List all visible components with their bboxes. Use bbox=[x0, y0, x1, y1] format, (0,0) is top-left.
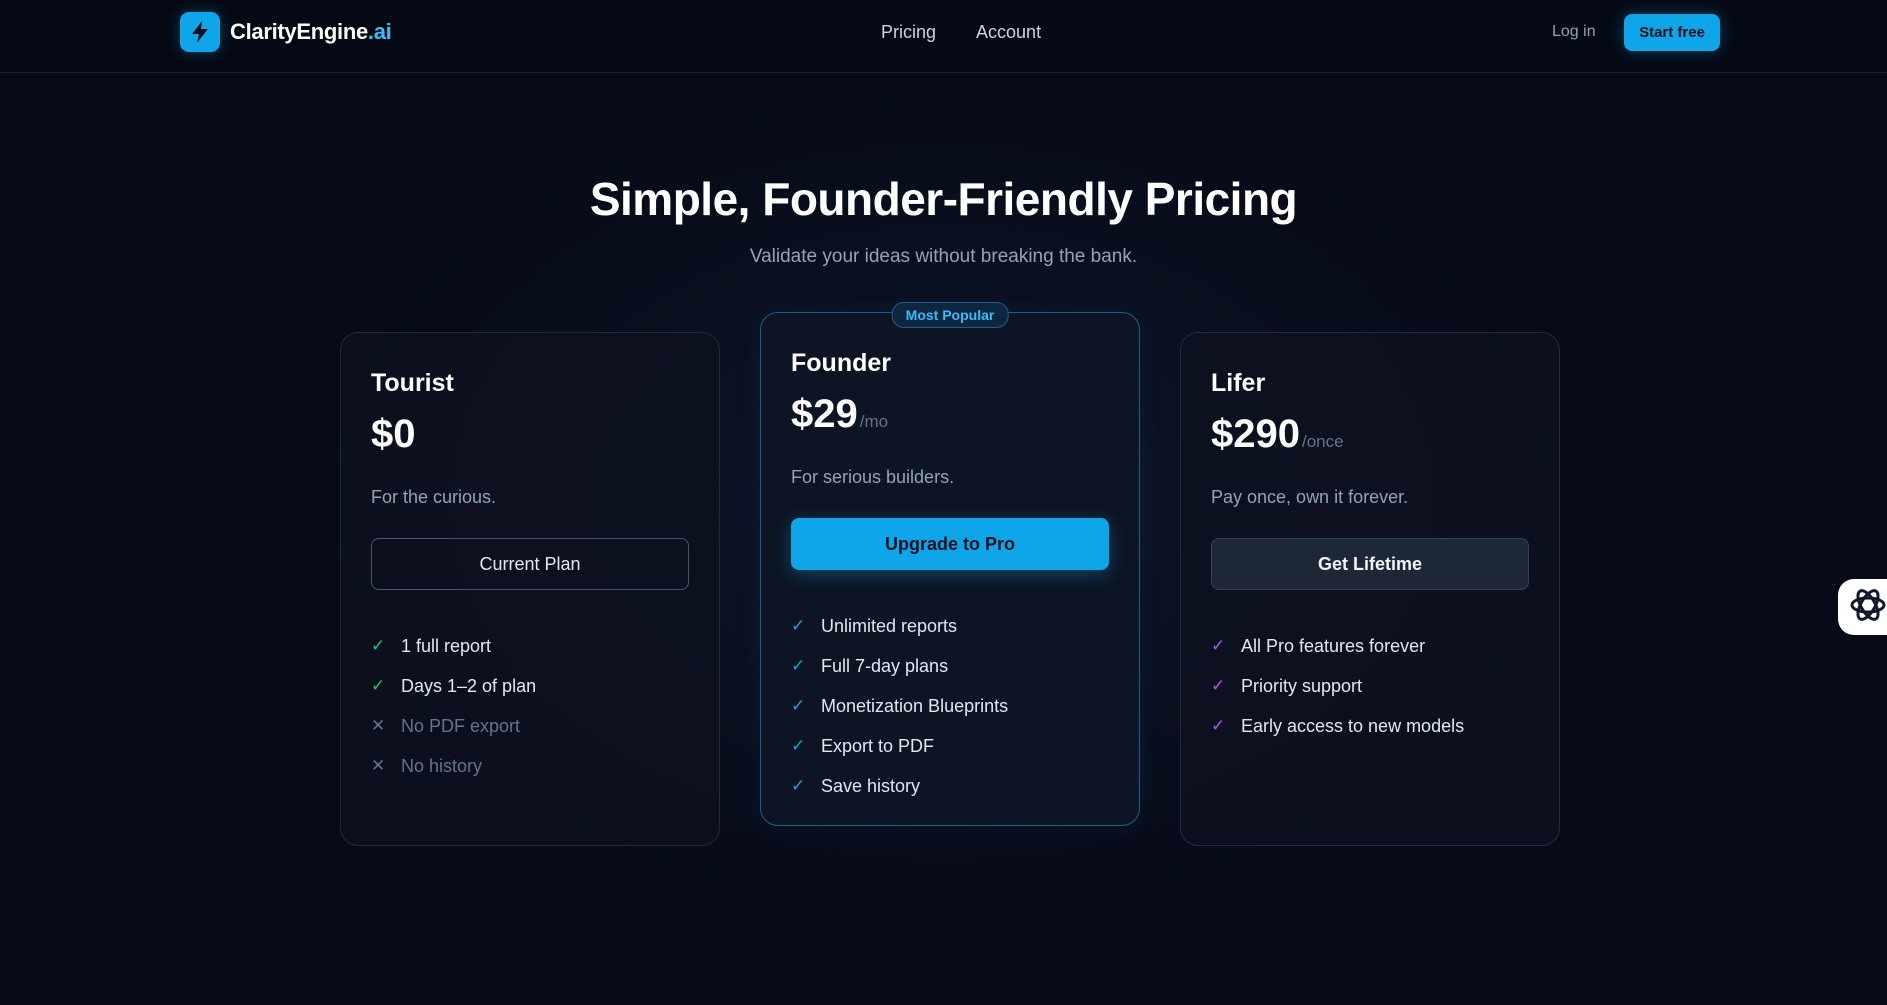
plan-period: /mo bbox=[859, 412, 889, 431]
feature-item: ✓ Full 7-day plans bbox=[791, 646, 1109, 686]
x-icon: ✕ bbox=[371, 716, 386, 735]
plan-card-founder: Most Popular Founder $29 /mo For serious… bbox=[760, 302, 1140, 826]
feature-list: ✓ All Pro features forever ✓ Priority supp… bbox=[1211, 626, 1529, 746]
upgrade-to-pro-button[interactable]: Upgrade to Pro bbox=[791, 518, 1109, 570]
get-lifetime-button[interactable]: Get Lifetime bbox=[1211, 538, 1529, 590]
feature-item: ✕ No history bbox=[371, 746, 689, 786]
page-title: Simple, Founder-Friendly Pricing bbox=[589, 173, 1298, 225]
feature-text: No history bbox=[401, 755, 483, 776]
feature-text: Export to PDF bbox=[821, 735, 935, 756]
lightning-bolt-icon bbox=[180, 12, 220, 52]
plan-name: Lifer bbox=[1211, 369, 1266, 397]
check-icon: ✓ bbox=[371, 636, 386, 655]
brand-logo[interactable]: ClarityEngine.ai bbox=[180, 12, 392, 52]
current-plan-button[interactable]: Current Plan bbox=[371, 538, 689, 590]
feature-item: ✓ Unlimited reports bbox=[791, 606, 1109, 646]
top-navigation-bar: ClarityEngine.ai Pricing Account Log in … bbox=[0, 0, 1887, 73]
check-icon: ✓ bbox=[791, 736, 806, 755]
feature-text: Monetization Blueprints bbox=[821, 695, 1009, 716]
feature-text: 1 full report bbox=[401, 635, 492, 656]
plan-price: $0 bbox=[371, 412, 416, 456]
plan-name: Tourist bbox=[371, 369, 454, 397]
start-free-button[interactable]: Start free bbox=[1624, 14, 1720, 51]
feature-item: ✓ Save history bbox=[791, 766, 1109, 806]
plan-price: $290 bbox=[1211, 412, 1300, 456]
feature-text: All Pro features forever bbox=[1241, 635, 1426, 656]
login-link[interactable]: Log in bbox=[1552, 23, 1596, 41]
feature-item: ✓ 1 full report bbox=[371, 626, 689, 666]
plan-card-tourist: Tourist $0 For the curious. Current Plan… bbox=[340, 332, 720, 846]
check-icon: ✓ bbox=[1211, 636, 1226, 655]
plan-tagline: For serious builders. bbox=[791, 467, 955, 487]
feature-text: Early access to new models bbox=[1241, 715, 1465, 736]
feature-list: ✓ 1 full report ✓ Days 1–2 of plan ✕ No PDF… bbox=[371, 626, 689, 786]
plan-name: Founder bbox=[791, 349, 891, 377]
feature-text: Days 1–2 of plan bbox=[401, 675, 537, 696]
check-icon: ✓ bbox=[1211, 676, 1226, 695]
feature-item: ✓ Days 1–2 of plan bbox=[371, 666, 689, 706]
plan-period: /once bbox=[1301, 432, 1344, 451]
x-icon: ✕ bbox=[371, 756, 386, 775]
price-row: $0 bbox=[371, 412, 689, 457]
feature-text: Unlimited reports bbox=[821, 615, 958, 636]
main-nav: Pricing Account bbox=[881, 22, 1041, 43]
feature-item: ✓ Early access to new models bbox=[1211, 706, 1529, 746]
feature-text: No PDF export bbox=[401, 715, 521, 736]
nav-link-pricing[interactable]: Pricing bbox=[881, 22, 936, 43]
floating-assistant-widget[interactable] bbox=[1838, 579, 1887, 635]
price-row: $290 /once bbox=[1211, 412, 1529, 457]
check-icon: ✓ bbox=[1211, 716, 1226, 735]
check-icon: ✓ bbox=[791, 616, 806, 635]
brand-name: ClarityEngine.ai bbox=[230, 19, 392, 44]
check-icon: ✓ bbox=[371, 676, 386, 695]
plan-tagline: For the curious. bbox=[371, 487, 497, 507]
plan-tagline: Pay once, own it forever. bbox=[1211, 487, 1409, 507]
feature-item: ✕ No PDF export bbox=[371, 706, 689, 746]
feature-text: Priority support bbox=[1241, 675, 1363, 696]
check-icon: ✓ bbox=[791, 776, 806, 795]
page-subtitle: Validate your ideas without breaking the… bbox=[749, 246, 1138, 267]
most-popular-badge: Most Popular bbox=[891, 302, 1009, 328]
check-icon: ✓ bbox=[791, 696, 806, 715]
plan-price: $29 bbox=[791, 392, 858, 436]
price-row: $29 /mo bbox=[791, 392, 1109, 437]
brand-tld: .ai bbox=[367, 19, 392, 44]
feature-item: ✓ Priority support bbox=[1211, 666, 1529, 706]
feature-item: ✓ Export to PDF bbox=[791, 726, 1109, 766]
feature-item: ✓ All Pro features forever bbox=[1211, 626, 1529, 666]
feature-text: Save history bbox=[821, 775, 921, 796]
check-icon: ✓ bbox=[791, 656, 806, 675]
plan-card-lifer: Lifer $290 /once Pay once, own it foreve… bbox=[1180, 332, 1560, 846]
feature-list: ✓ Unlimited reports ✓ Full 7-day plans ✓ Mo… bbox=[791, 606, 1109, 806]
feature-text: Full 7-day plans bbox=[821, 655, 949, 676]
openai-logo-icon bbox=[1848, 585, 1887, 630]
nav-link-account[interactable]: Account bbox=[976, 22, 1041, 43]
feature-item: ✓ Monetization Blueprints bbox=[791, 686, 1109, 726]
